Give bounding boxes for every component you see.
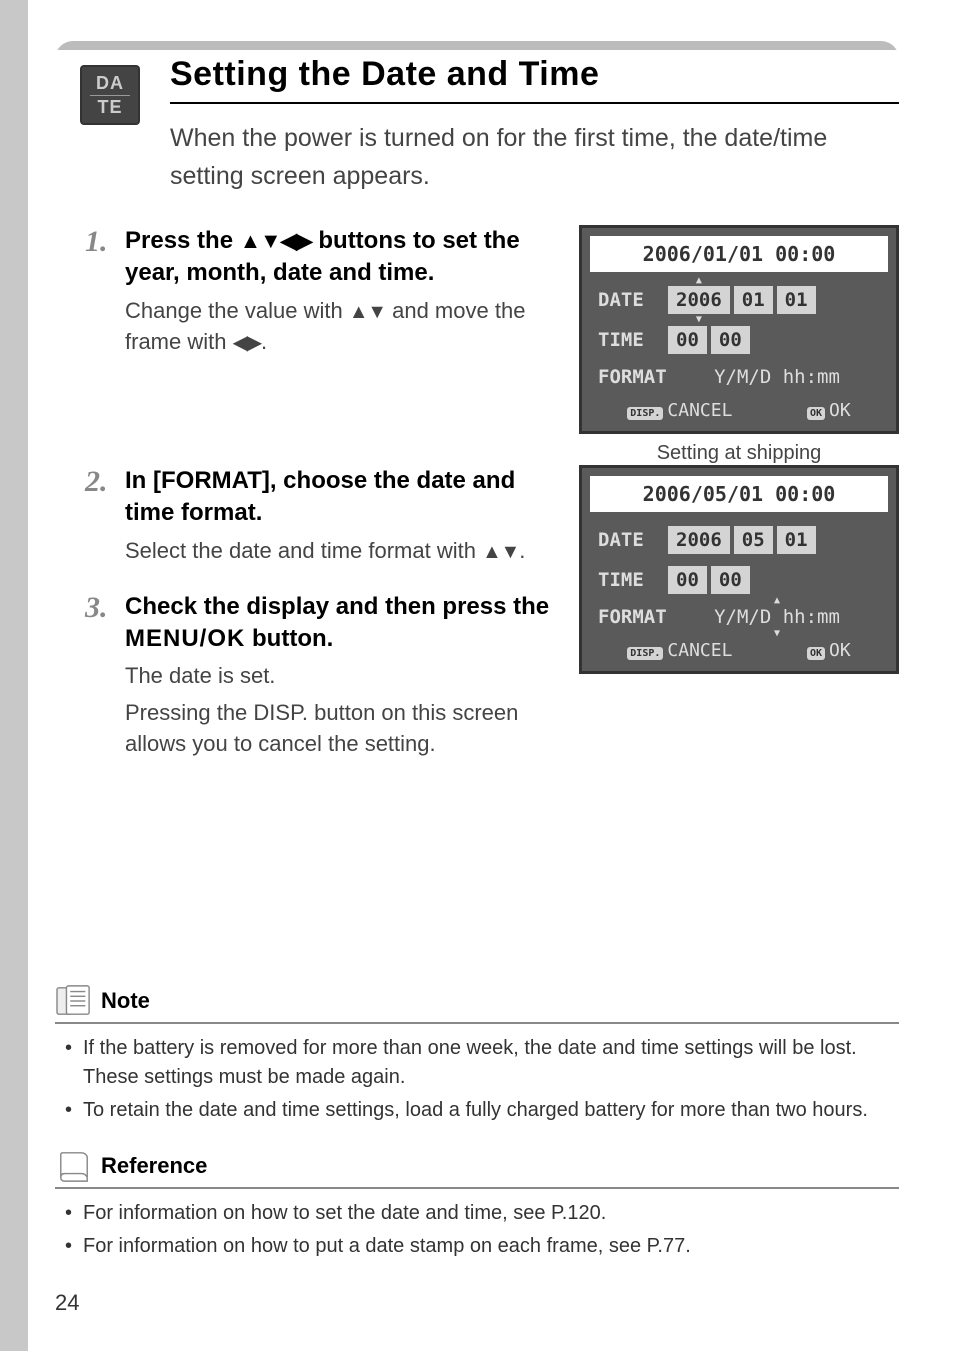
lcd2-day-value: 01 <box>777 526 816 554</box>
step-1: 1 Press the ▲▼◀▶ buttons to set the year… <box>85 225 559 357</box>
page-number: 24 <box>55 1290 79 1316</box>
lcd2-hour-value: 00 <box>668 566 707 594</box>
step-3-text2: Pressing the DISP. button on this screen… <box>125 698 559 760</box>
header-section: DA TE Setting the Date and Time When the… <box>55 41 899 195</box>
step-2-title: In [FORMAT], choose the date and time fo… <box>125 465 559 530</box>
reference-item: For information on how to put a date sta… <box>65 1232 899 1261</box>
intro-text: When the power is turned on for the firs… <box>170 120 899 195</box>
lcd2-header: 2006/05/01 00:00 <box>590 476 888 512</box>
lcd2-cancel-label: CANCEL <box>667 640 732 661</box>
lcd2-month-value: 05 <box>734 526 773 554</box>
lcd2-ok: OK OK <box>807 640 851 661</box>
up-down-arrows-icon: ▲▼ <box>349 299 386 327</box>
lcd1-format-value: Y/M/D hh:mm <box>666 366 888 388</box>
note-section: Note If the battery is removed for more … <box>55 984 899 1125</box>
disp-tag-icon: DISP. <box>627 647 663 660</box>
step-1-title: Press the ▲▼◀▶ buttons to set the year, … <box>125 225 559 290</box>
step-2-text-end: . <box>519 538 525 563</box>
lcd2-ok-label: OK <box>829 640 851 661</box>
lcd1-day-value: 01 <box>777 286 816 314</box>
step-3-title: Check the display and then press the MEN… <box>125 591 559 656</box>
lcd1-cancel-label: CANCEL <box>667 400 732 421</box>
step-3-title-post: button. <box>245 625 333 652</box>
note-title: Note <box>101 988 150 1014</box>
lcd1-ok-label: OK <box>829 400 851 421</box>
lcd-screen-2: 2006/05/01 00:00 DATE 2006 05 01 TIME 00… <box>579 465 899 674</box>
reference-section: Reference For information on how to set … <box>55 1149 899 1261</box>
step-number: 1 <box>85 225 125 357</box>
lcd2-date-label: DATE <box>590 529 666 551</box>
page-title: Setting the Date and Time <box>170 55 899 104</box>
lcd2-cancel: DISP. CANCEL <box>627 640 732 661</box>
side-bar <box>0 0 28 1351</box>
left-right-arrows-icon: ◀▶ <box>233 330 261 358</box>
step-3-text1: The date is set. <box>125 661 559 692</box>
lcd1-ok: OK OK <box>807 400 851 421</box>
lcd1-cancel: DISP. CANCEL <box>627 400 732 421</box>
lcd2-year-value: 2006 <box>668 526 730 554</box>
lcd2-format-label: FORMAT <box>590 606 666 628</box>
menu-ok-button-label: MENU/OK <box>125 625 245 652</box>
lcd1-header: 2006/01/01 00:00 <box>590 236 888 272</box>
lcd1-year-value: 2006 <box>668 286 730 314</box>
step-1-text: Change the value with ▲▼ and move the fr… <box>125 296 559 358</box>
step-3: 3 Check the display and then press the M… <box>85 591 559 760</box>
reference-icon <box>55 1149 93 1183</box>
note-item: To retain the date and time settings, lo… <box>65 1096 899 1125</box>
step-3-title-pre: Check the display and then press the <box>125 593 549 620</box>
arrow-buttons-icon: ▲▼◀▶ <box>240 226 312 255</box>
step-number: 2 <box>85 465 125 567</box>
lcd2-minute-value: 00 <box>711 566 750 594</box>
lcd1-format-label: FORMAT <box>590 366 666 388</box>
ok-tag-icon: OK <box>807 647 825 660</box>
lcd2-time-label: TIME <box>590 569 666 591</box>
step-2-text: Select the date and time format with ▲▼. <box>125 536 559 567</box>
note-icon <box>55 984 93 1018</box>
date-icon: DA TE <box>80 65 140 125</box>
step-number: 3 <box>85 591 125 760</box>
date-icon-line1: DA <box>96 73 124 94</box>
lcd2-format-value: Y/M/D hh:mm <box>666 606 888 628</box>
date-icon-line2: TE <box>97 97 122 118</box>
reference-list: For information on how to set the date a… <box>65 1199 899 1261</box>
note-list: If the battery is removed for more than … <box>65 1034 899 1125</box>
steps-container: 1 Press the ▲▼◀▶ buttons to set the year… <box>85 225 899 784</box>
note-item: If the battery is removed for more than … <box>65 1034 899 1092</box>
lcd1-time-label: TIME <box>590 329 666 351</box>
lcd1-date-label: DATE <box>590 289 666 311</box>
reference-title: Reference <box>101 1153 207 1179</box>
lcd1-hour-value: 00 <box>668 326 707 354</box>
reference-item: For information on how to set the date a… <box>65 1199 899 1228</box>
step-2: 2 In [FORMAT], choose the date and time … <box>85 465 559 567</box>
step-2-text-pre: Select the date and time format with <box>125 538 482 563</box>
up-down-arrows-icon: ▲▼ <box>482 539 519 567</box>
ok-tag-icon: OK <box>807 407 825 420</box>
lcd1-minute-value: 00 <box>711 326 750 354</box>
lcd1-caption: Setting at shipping <box>579 442 899 465</box>
step-1-text-end: . <box>261 329 267 354</box>
disp-tag-icon: DISP. <box>627 407 663 420</box>
step-1-text-pre: Change the value with <box>125 298 349 323</box>
lcd2-format-inner: Y/M/D hh:mm <box>714 606 840 628</box>
lcd1-month-value: 01 <box>734 286 773 314</box>
step-1-title-pre: Press the <box>125 227 240 254</box>
lcd-screen-1: 2006/01/01 00:00 DATE 2006 01 01 TIME 00… <box>579 225 899 434</box>
